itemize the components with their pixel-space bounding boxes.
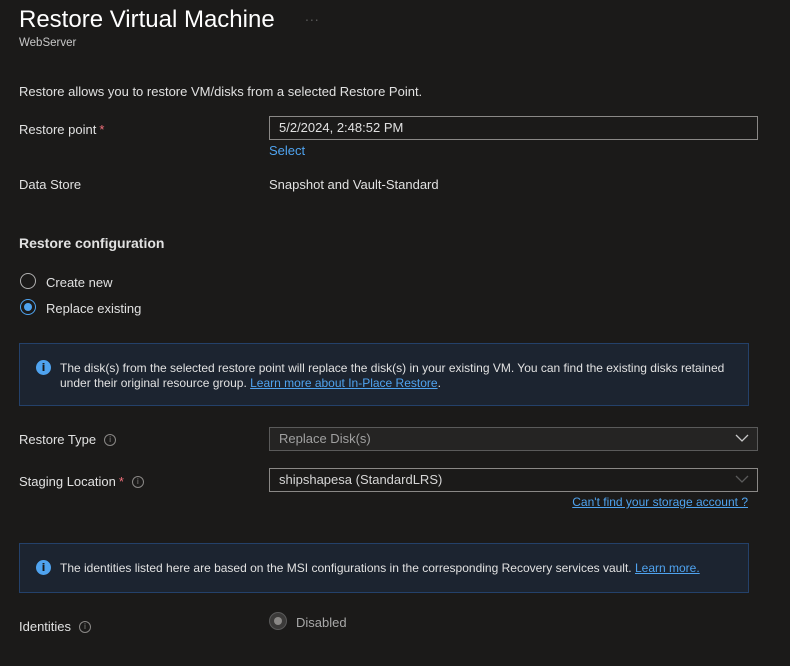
info-tooltip-icon[interactable]: i [131,475,144,488]
create-new-label[interactable]: Create new [46,275,112,290]
identities-info: i The identities listed here are based o… [19,543,749,593]
in-place-restore-info-text: The disk(s) from the selected restore po… [60,361,735,391]
info-icon: i [36,360,51,375]
identities-info-text: The identities listed here are based on … [60,561,740,576]
page-title: Restore Virtual Machine [19,6,275,33]
create-new-radio[interactable] [20,273,36,289]
restore-configuration-heading: Restore configuration [19,235,165,251]
identities-disabled-label: Disabled [296,615,347,630]
info-tooltip-icon[interactable]: i [104,433,117,446]
chevron-down-icon [735,434,749,442]
restore-type-value: Replace Disk(s) [279,431,371,446]
learn-more-in-place-restore-link[interactable]: Learn more about In-Place Restore [250,376,437,390]
learn-more-link[interactable]: Learn more. [635,561,700,575]
restore-point-field[interactable]: 5/2/2024, 2:48:52 PM [269,116,758,140]
info-tooltip-icon[interactable]: i [79,620,92,633]
staging-location-value: shipshapesa (StandardLRS) [279,472,443,487]
info-message: The identities listed here are based on … [60,561,632,575]
restore-point-label: Restore point * [19,122,104,137]
cant-find-storage-account-link[interactable]: Can't find your storage account ? [572,495,748,509]
staging-location-label: Staging Location * i [19,474,144,489]
data-store-label: Data Store [19,177,82,192]
replace-existing-radio[interactable] [20,299,36,315]
page-subtitle: WebServer [19,37,77,49]
in-place-restore-info: i The disk(s) from the selected restore … [19,343,749,406]
select-restore-point-link[interactable]: Select [269,143,305,158]
info-trailing: . [437,376,441,390]
restore-type-label: Restore Type i [19,432,117,447]
required-marker: * [99,122,105,137]
replace-existing-label[interactable]: Replace existing [46,301,141,316]
staging-location-dropdown[interactable]: shipshapesa (StandardLRS) [269,468,758,492]
chevron-down-icon [735,475,749,483]
info-icon: i [36,560,51,575]
required-marker: * [118,474,124,489]
restore-type-dropdown[interactable]: Replace Disk(s) [269,427,758,451]
restore-point-label-text: Restore point [19,122,97,137]
staging-location-label-text: Staging Location [19,474,116,489]
data-store-value: Snapshot and Vault-Standard [269,177,439,192]
restore-type-label-text: Restore Type [19,432,97,447]
identities-label-text: Identities [19,619,72,634]
disabled-radio [269,612,287,630]
description-text: Restore allows you to restore VM/disks f… [19,84,423,99]
more-options-button[interactable]: ... [305,8,320,24]
identities-label: Identities i [19,619,92,634]
